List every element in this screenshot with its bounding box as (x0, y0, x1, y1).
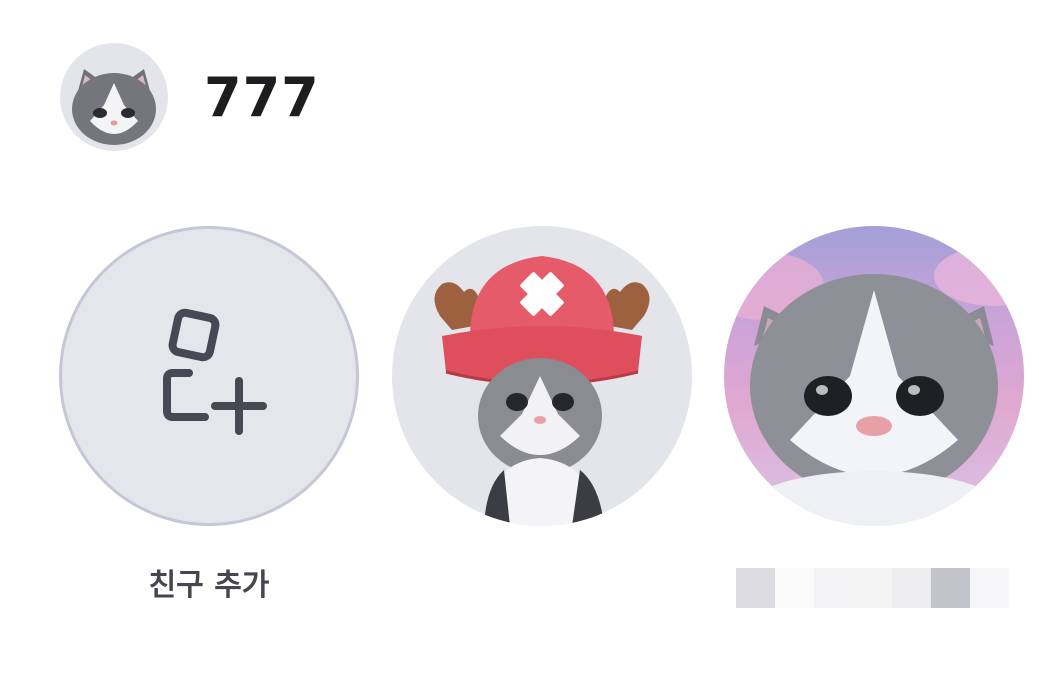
add-friend-button[interactable] (59, 226, 359, 526)
blur-tile (892, 568, 931, 608)
blurred-friend-name (736, 568, 1009, 608)
friend-avatar[interactable] (724, 226, 1024, 526)
blur-tile (931, 568, 970, 608)
blur-tile (970, 568, 1009, 608)
blur-tile (853, 568, 892, 608)
add-friend-slot[interactable]: 친구 추가 (59, 226, 359, 604)
add-friend-icon (163, 308, 267, 435)
friend-item[interactable] (392, 226, 692, 560)
blur-tile (736, 568, 775, 608)
blur-tile (814, 568, 853, 608)
add-friend-label: 친구 추가 (148, 568, 270, 603)
profile-avatar[interactable] (60, 43, 168, 151)
friend-avatar[interactable] (392, 226, 692, 526)
friend-item[interactable] (724, 226, 1024, 526)
kitten-pink-background-avatar (724, 246, 1024, 526)
profile-header: 777 (60, 42, 320, 152)
kitten-chopper-hat-avatar (434, 256, 650, 526)
profile-name: 777 (204, 65, 320, 129)
blur-tile (775, 568, 814, 608)
kitten-avatar-icon (72, 69, 156, 145)
